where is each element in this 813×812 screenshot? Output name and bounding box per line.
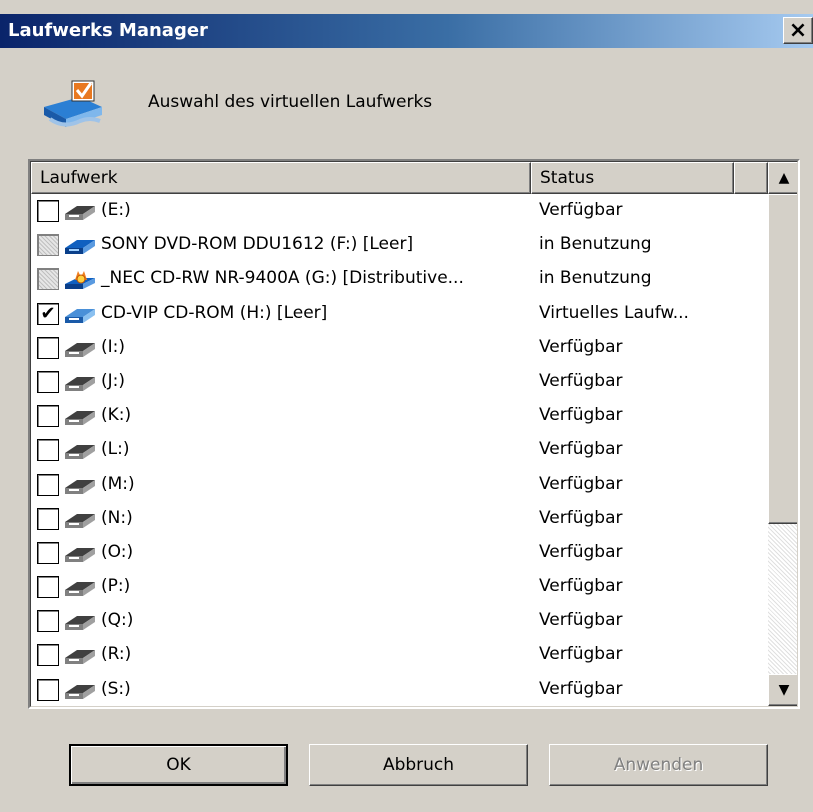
drive-status: Virtuelles Laufw... (539, 302, 689, 323)
virtual-drive-icon (65, 308, 95, 323)
column-header-status[interactable]: Status (531, 162, 734, 194)
column-header-laufwerk[interactable]: Laufwerk (31, 162, 531, 194)
drive-icon (65, 513, 95, 528)
drive-list[interactable]: Laufwerk Status (E:) Verfügbar SONY DVD-RO… (28, 159, 800, 709)
drive-icon (65, 616, 95, 631)
drive-icon (65, 479, 95, 494)
checkbox[interactable] (37, 644, 59, 667)
apply-button[interactable]: Anwenden (549, 744, 768, 786)
drive-icon (65, 547, 95, 562)
cd-burner-icon (65, 271, 95, 290)
list-item[interactable]: (M:) Verfügbar (31, 468, 768, 502)
checkbox-checked[interactable]: ✔ (37, 302, 59, 325)
list-item[interactable]: SONY DVD-ROM DDU1612 (F:) [Leer] in Benut… (31, 228, 768, 262)
drive-status: Verfügbar (539, 473, 623, 494)
ok-button[interactable]: OK (69, 744, 288, 786)
drive-status: Verfügbar (539, 439, 623, 460)
checkbox[interactable] (37, 541, 59, 564)
drive-status: Verfügbar (539, 200, 623, 220)
dvd-drive-icon (65, 240, 95, 255)
drive-icon (65, 582, 95, 597)
drive-label: (J:) (101, 370, 126, 391)
checkbox[interactable] (37, 507, 59, 530)
list-item[interactable]: (K:) Verfügbar (31, 399, 768, 433)
checkbox[interactable] (37, 405, 59, 428)
header-text: Auswahl des virtuellen Laufwerks (148, 92, 433, 112)
list-item[interactable]: ✔ CD-VIP CD-ROM (H:) [Leer] Virtuelles Lau… (31, 297, 768, 331)
checkbox[interactable] (37, 473, 59, 496)
drive-manager-dialog: Laufwerks Manager × Auswahl des virtuell… (0, 0, 813, 812)
drive-label: _NEC CD-RW NR-9400A (G:) [Distributive..… (101, 268, 464, 289)
drive-label: (K:) (101, 405, 132, 426)
drive-status: Verfügbar (539, 576, 623, 597)
drive-status: Verfügbar (539, 336, 623, 357)
drive-label: SONY DVD-ROM DDU1612 (F:) [Leer] (101, 234, 414, 255)
drive-label: (E:) (101, 200, 131, 220)
cancel-button[interactable]: Abbruch (309, 744, 528, 786)
drive-icon (65, 206, 95, 220)
checkbox[interactable] (37, 439, 59, 462)
drive-label: (P:) (101, 576, 131, 597)
checkbox[interactable] (37, 336, 59, 359)
scroll-up-button[interactable]: ▲ (768, 162, 797, 194)
drive-label: (M:) (101, 473, 135, 494)
drive-status: in Benutzung (539, 268, 652, 289)
list-item[interactable]: (O:) Verfügbar (31, 536, 768, 570)
drive-rows: (E:) Verfügbar SONY DVD-ROM DDU1612 (F:) [… (31, 194, 768, 706)
checkbox (37, 234, 59, 257)
drive-icon (65, 342, 95, 357)
drive-status: Verfügbar (539, 644, 623, 665)
drive-status: Verfügbar (539, 507, 623, 528)
drive-label: (Q:) (101, 610, 134, 631)
list-item[interactable]: (N:) Verfügbar (31, 502, 768, 536)
list-item[interactable]: (L:) Verfügbar (31, 433, 768, 467)
drive-status: Verfügbar (539, 678, 623, 699)
drive-status: Verfügbar (539, 541, 623, 562)
drive-label: CD-VIP CD-ROM (H:) [Leer] (101, 302, 328, 323)
checkbox[interactable] (37, 610, 59, 633)
checkbox[interactable] (37, 200, 59, 222)
list-item[interactable]: _NEC CD-RW NR-9400A (G:) [Distributive..… (31, 262, 768, 296)
list-item[interactable]: (P:) Verfügbar (31, 570, 768, 604)
drive-status: Verfügbar (539, 370, 623, 391)
title-bar[interactable]: Laufwerks Manager × (0, 14, 813, 48)
list-header: Laufwerk Status (31, 162, 768, 194)
drive-label: (N:) (101, 507, 133, 528)
drive-label: (I:) (101, 336, 126, 357)
list-item[interactable]: (Q:) Verfügbar (31, 604, 768, 638)
list-item[interactable]: (S:) Verfügbar (31, 673, 768, 706)
list-item[interactable]: (J:) Verfügbar (31, 365, 768, 399)
checkbox[interactable] (37, 370, 59, 393)
scroll-down-button[interactable]: ▼ (768, 674, 797, 706)
drive-label: (L:) (101, 439, 130, 460)
vertical-scrollbar[interactable]: ▲ ▼ (768, 162, 797, 706)
list-item[interactable]: (E:) Verfügbar (31, 194, 768, 228)
column-header-filler (734, 162, 768, 194)
list-item[interactable]: (R:) Verfügbar (31, 638, 768, 672)
drive-manager-icon (44, 80, 102, 127)
drive-icon (65, 376, 95, 391)
drive-label: (R:) (101, 644, 132, 665)
drive-icon (65, 411, 95, 426)
window-title: Laufwerks Manager (8, 20, 208, 41)
checkbox (37, 268, 59, 291)
drive-status: Verfügbar (539, 610, 623, 631)
drive-icon (65, 684, 95, 699)
drive-status: Verfügbar (539, 405, 623, 426)
drive-label: (S:) (101, 678, 131, 699)
scroll-thumb[interactable] (768, 194, 797, 524)
list-item[interactable]: (I:) Verfügbar (31, 331, 768, 365)
drive-icon (65, 650, 95, 665)
checkbox[interactable] (37, 678, 59, 701)
drive-label: (O:) (101, 541, 134, 562)
drive-status: in Benutzung (539, 234, 652, 255)
checkbox[interactable] (37, 576, 59, 599)
close-button[interactable]: × (783, 17, 813, 44)
drive-icon (65, 445, 95, 460)
